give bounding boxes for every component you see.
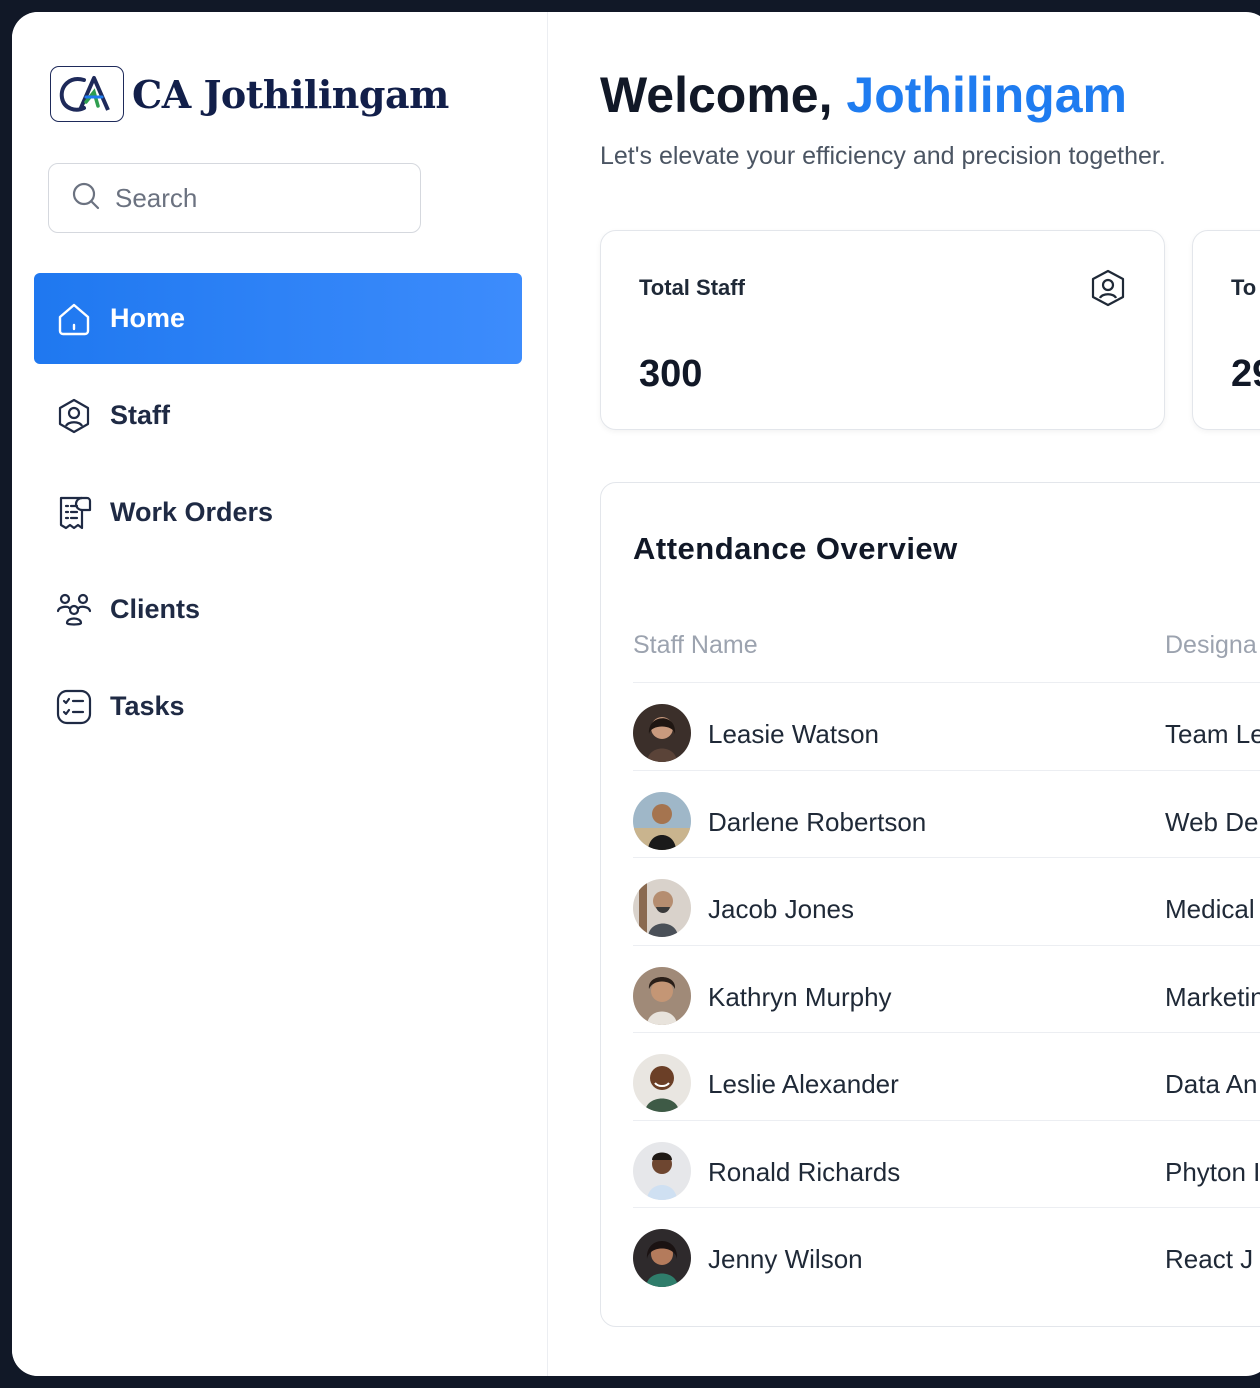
staff-designation: Web De	[1165, 806, 1259, 837]
staff-name: Leasie Watson	[708, 719, 880, 749]
sidebar-item-label: Work Orders	[110, 497, 274, 527]
sidebar-item-label: Staff	[110, 400, 170, 430]
brand[interactable]: CA Jothilingam	[50, 66, 449, 122]
column-header-staff-name[interactable]: Staff Name	[633, 631, 758, 660]
checklist-icon	[54, 687, 94, 727]
attendance-panel: Attendance Overview Staff Name Designa L…	[600, 482, 1260, 1327]
brand-logo	[50, 66, 124, 122]
app-window: CA Jothilingam Home Staff	[12, 12, 1260, 1376]
stat-card-total-staff[interactable]: Total Staff 300	[600, 230, 1165, 430]
sidebar-item-clients[interactable]: Clients	[34, 564, 522, 655]
search-input[interactable]	[115, 182, 395, 214]
attendance-title: Attendance Overview	[633, 531, 958, 566]
avatar	[633, 966, 691, 1025]
sidebar-item-label: Home	[110, 303, 186, 333]
staff-name: Kathryn Murphy	[708, 981, 892, 1012]
table-row[interactable]: Jenny Wilson React J	[633, 1208, 1260, 1296]
avatar	[633, 704, 691, 762]
avatar	[633, 1141, 691, 1200]
home-icon	[54, 299, 94, 339]
user-shield-icon	[54, 396, 94, 436]
table-row[interactable]: Jacob Jones Medical	[633, 858, 1260, 946]
staff-name: Ronald Richards	[708, 1156, 901, 1187]
staff-name: Darlene Robertson	[708, 806, 927, 837]
table-row[interactable]: Leasie Watson Team Le	[633, 683, 1260, 771]
table-row[interactable]: Darlene Robertson Web De	[633, 771, 1260, 858]
table-row[interactable]: Kathryn Murphy Marketin	[633, 946, 1260, 1033]
brand-name: CA Jothilingam	[132, 71, 449, 117]
staff-designation: Marketin	[1165, 981, 1260, 1012]
welcome-greeting: Welcome,	[600, 67, 833, 123]
page-subtitle: Let's elevate your efficiency and precis…	[600, 142, 1166, 170]
group-icon	[54, 590, 94, 630]
sidebar-item-work-orders[interactable]: Work Orders	[34, 467, 522, 558]
staff-name: Leslie Alexander	[708, 1069, 899, 1099]
stat-card-title: To	[1231, 275, 1257, 300]
avatar	[633, 1229, 691, 1287]
main-content: Welcome, Jothilingam Let's elevate your …	[548, 12, 1260, 1376]
staff-name: Jacob Jones	[708, 894, 854, 924]
avatar	[633, 791, 691, 850]
table-header: Staff Name Designa	[633, 621, 1260, 683]
welcome-user-name: Jothilingam	[846, 67, 1127, 123]
stat-card-title: Total Staff	[639, 275, 745, 300]
staff-name: Jenny Wilson	[708, 1244, 863, 1274]
sidebar-item-home[interactable]: Home	[34, 273, 522, 364]
staff-designation: Data An	[1165, 1069, 1258, 1099]
sidebar-item-tasks[interactable]: Tasks	[34, 661, 522, 752]
sidebar-item-label: Tasks	[110, 691, 185, 721]
table-row[interactable]: Ronald Richards Phyton I	[633, 1121, 1260, 1208]
attendance-table: Staff Name Designa Leasie Watson Team Le…	[633, 621, 1260, 1296]
staff-designation: Medical	[1165, 894, 1255, 924]
receipt-icon	[54, 493, 94, 533]
search-box[interactable]	[48, 163, 421, 233]
user-shield-icon	[1090, 269, 1126, 312]
avatar	[633, 1054, 691, 1112]
stat-card-value: 29	[1231, 353, 1260, 395]
sidebar-item-label: Clients	[110, 594, 201, 624]
staff-designation: Phyton I	[1165, 1156, 1260, 1187]
sidebar: CA Jothilingam Home Staff	[12, 12, 548, 1376]
sidebar-item-staff[interactable]: Staff	[34, 370, 522, 461]
avatar	[633, 879, 691, 937]
stat-card-second[interactable]: To 29	[1192, 230, 1260, 430]
staff-designation: React J	[1165, 1244, 1254, 1274]
sidebar-nav: Home Staff Work Orders Clients Tasks	[34, 273, 522, 758]
staff-designation: Team Le	[1165, 719, 1260, 749]
table-row[interactable]: Leslie Alexander Data An	[633, 1033, 1260, 1121]
search-icon	[71, 181, 101, 216]
stat-card-value: 300	[639, 353, 703, 395]
column-header-designation[interactable]: Designa	[1165, 631, 1257, 660]
page-title: Welcome, Jothilingam	[600, 66, 1127, 124]
